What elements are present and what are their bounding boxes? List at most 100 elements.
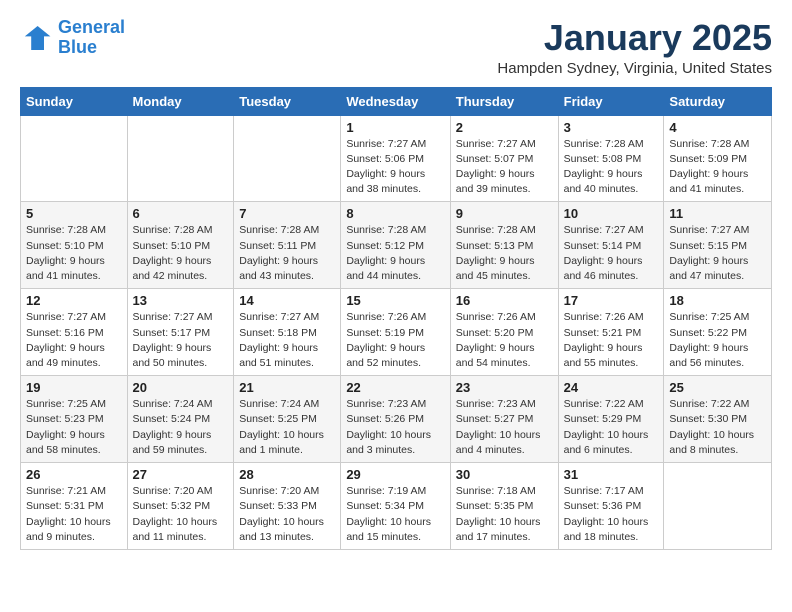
- calendar-cell: 25Sunrise: 7:22 AM Sunset: 5:30 PM Dayli…: [664, 376, 772, 463]
- calendar-cell: 10 Sunrise: 7:27 AM Sunset: 5:14 PM Dayli…: [558, 202, 664, 289]
- logo-text: General Blue: [58, 18, 125, 58]
- calendar-cell: 11 Sunrise: 7:27 AM Sunset: 5:15 PM Dayli…: [664, 202, 772, 289]
- day-info: Sunrise: 7:27 AM Sunset: 5:17 PM Dayligh…: [133, 310, 229, 371]
- logo-icon: [20, 22, 52, 54]
- calendar-title: January 2025: [497, 18, 772, 58]
- day-number: 7: [239, 206, 335, 221]
- calendar-cell: 31Sunrise: 7:17 AM Sunset: 5:36 PM Dayli…: [558, 463, 664, 550]
- calendar-table: SundayMondayTuesdayWednesdayThursdayFrid…: [20, 87, 772, 550]
- calendar-cell: 27 Sunrise: 7:20 AM Sunset: 5:32 PM Dayli…: [127, 463, 234, 550]
- day-info: Sunrise: 7:27 AM Sunset: 5:07 PM Dayligh…: [456, 137, 553, 198]
- day-info: Sunrise: 7:28 AM Sunset: 5:12 PM Dayligh…: [346, 223, 444, 284]
- calendar-cell: 23Sunrise: 7:23 AM Sunset: 5:27 PM Dayli…: [450, 376, 558, 463]
- day-number: 4: [669, 120, 766, 135]
- day-number: 6: [133, 206, 229, 221]
- day-info: Sunrise: 7:28 AM Sunset: 5:08 PM Dayligh…: [564, 137, 659, 198]
- day-number: 16: [456, 293, 553, 308]
- calendar-week-row: 26 Sunrise: 7:21 AM Sunset: 5:31 PM Dayli…: [21, 463, 772, 550]
- day-number: 23: [456, 380, 553, 395]
- day-info: Sunrise: 7:28 AM Sunset: 5:10 PM Dayligh…: [133, 223, 229, 284]
- day-info: Sunrise: 7:28 AM Sunset: 5:13 PM Dayligh…: [456, 223, 553, 284]
- day-info: Sunrise: 7:17 AM Sunset: 5:36 PM Dayligh…: [564, 484, 659, 545]
- day-info: Sunrise: 7:20 AM Sunset: 5:32 PM Dayligh…: [133, 484, 229, 545]
- day-info: Sunrise: 7:27 AM Sunset: 5:15 PM Dayligh…: [669, 223, 766, 284]
- day-number: 15: [346, 293, 444, 308]
- day-number: 10: [564, 206, 659, 221]
- calendar-header-row: SundayMondayTuesdayWednesdayThursdayFrid…: [21, 87, 772, 115]
- calendar-cell: 16 Sunrise: 7:26 AM Sunset: 5:20 PM Dayli…: [450, 289, 558, 376]
- day-number: 11: [669, 206, 766, 221]
- day-number: 20: [133, 380, 229, 395]
- calendar-cell: 26 Sunrise: 7:21 AM Sunset: 5:31 PM Dayli…: [21, 463, 128, 550]
- day-number: 12: [26, 293, 122, 308]
- calendar-cell: 13Sunrise: 7:27 AM Sunset: 5:17 PM Dayli…: [127, 289, 234, 376]
- day-info: Sunrise: 7:22 AM Sunset: 5:29 PM Dayligh…: [564, 397, 659, 458]
- calendar-week-row: 1 Sunrise: 7:27 AM Sunset: 5:06 PM Daylig…: [21, 115, 772, 202]
- day-header: Wednesday: [341, 87, 450, 115]
- logo-line2: Blue: [58, 37, 97, 57]
- day-number: 2: [456, 120, 553, 135]
- page: General Blue January 2025 Hampden Sydney…: [0, 0, 792, 568]
- calendar-cell: 2 Sunrise: 7:27 AM Sunset: 5:07 PM Daylig…: [450, 115, 558, 202]
- day-number: 25: [669, 380, 766, 395]
- day-number: 1: [346, 120, 444, 135]
- calendar-cell: 5 Sunrise: 7:28 AM Sunset: 5:10 PM Daylig…: [21, 202, 128, 289]
- day-info: Sunrise: 7:26 AM Sunset: 5:20 PM Dayligh…: [456, 310, 553, 371]
- day-number: 18: [669, 293, 766, 308]
- day-info: Sunrise: 7:20 AM Sunset: 5:33 PM Dayligh…: [239, 484, 335, 545]
- day-number: 30: [456, 467, 553, 482]
- day-info: Sunrise: 7:27 AM Sunset: 5:06 PM Dayligh…: [346, 137, 444, 198]
- day-number: 26: [26, 467, 122, 482]
- day-header: Monday: [127, 87, 234, 115]
- calendar-cell: 14 Sunrise: 7:27 AM Sunset: 5:18 PM Dayli…: [234, 289, 341, 376]
- day-info: Sunrise: 7:28 AM Sunset: 5:11 PM Dayligh…: [239, 223, 335, 284]
- day-number: 22: [346, 380, 444, 395]
- calendar-cell: 15Sunrise: 7:26 AM Sunset: 5:19 PM Dayli…: [341, 289, 450, 376]
- calendar-cell: 18 Sunrise: 7:25 AM Sunset: 5:22 PM Dayli…: [664, 289, 772, 376]
- day-info: Sunrise: 7:28 AM Sunset: 5:09 PM Dayligh…: [669, 137, 766, 198]
- day-info: Sunrise: 7:19 AM Sunset: 5:34 PM Dayligh…: [346, 484, 444, 545]
- day-number: 21: [239, 380, 335, 395]
- day-header: Saturday: [664, 87, 772, 115]
- day-number: 29: [346, 467, 444, 482]
- day-info: Sunrise: 7:26 AM Sunset: 5:21 PM Dayligh…: [564, 310, 659, 371]
- calendar-cell: [234, 115, 341, 202]
- calendar-cell: 29 Sunrise: 7:19 AM Sunset: 5:34 PM Dayli…: [341, 463, 450, 550]
- day-number: 8: [346, 206, 444, 221]
- day-info: Sunrise: 7:21 AM Sunset: 5:31 PM Dayligh…: [26, 484, 122, 545]
- day-number: 9: [456, 206, 553, 221]
- day-info: Sunrise: 7:27 AM Sunset: 5:14 PM Dayligh…: [564, 223, 659, 284]
- day-number: 24: [564, 380, 659, 395]
- logo-line1: General: [58, 17, 125, 37]
- day-number: 19: [26, 380, 122, 395]
- day-info: Sunrise: 7:28 AM Sunset: 5:10 PM Dayligh…: [26, 223, 122, 284]
- day-info: Sunrise: 7:23 AM Sunset: 5:26 PM Dayligh…: [346, 397, 444, 458]
- calendar-cell: 8 Sunrise: 7:28 AM Sunset: 5:12 PM Daylig…: [341, 202, 450, 289]
- header: General Blue January 2025 Hampden Sydney…: [20, 18, 772, 77]
- calendar-cell: [664, 463, 772, 550]
- day-info: Sunrise: 7:24 AM Sunset: 5:24 PM Dayligh…: [133, 397, 229, 458]
- day-info: Sunrise: 7:18 AM Sunset: 5:35 PM Dayligh…: [456, 484, 553, 545]
- day-number: 28: [239, 467, 335, 482]
- day-number: 17: [564, 293, 659, 308]
- calendar-cell: 4 Sunrise: 7:28 AM Sunset: 5:09 PM Daylig…: [664, 115, 772, 202]
- day-info: Sunrise: 7:25 AM Sunset: 5:22 PM Dayligh…: [669, 310, 766, 371]
- calendar-cell: 12 Sunrise: 7:27 AM Sunset: 5:16 PM Dayli…: [21, 289, 128, 376]
- day-number: 14: [239, 293, 335, 308]
- day-info: Sunrise: 7:27 AM Sunset: 5:16 PM Dayligh…: [26, 310, 122, 371]
- calendar-cell: 22 Sunrise: 7:23 AM Sunset: 5:26 PM Dayli…: [341, 376, 450, 463]
- day-header: Sunday: [21, 87, 128, 115]
- calendar-cell: 17 Sunrise: 7:26 AM Sunset: 5:21 PM Dayli…: [558, 289, 664, 376]
- day-info: Sunrise: 7:25 AM Sunset: 5:23 PM Dayligh…: [26, 397, 122, 458]
- logo: General Blue: [20, 18, 125, 58]
- day-number: 3: [564, 120, 659, 135]
- calendar-cell: 9 Sunrise: 7:28 AM Sunset: 5:13 PM Daylig…: [450, 202, 558, 289]
- day-number: 5: [26, 206, 122, 221]
- calendar-week-row: 5 Sunrise: 7:28 AM Sunset: 5:10 PM Daylig…: [21, 202, 772, 289]
- day-info: Sunrise: 7:27 AM Sunset: 5:18 PM Dayligh…: [239, 310, 335, 371]
- day-number: 27: [133, 467, 229, 482]
- calendar-week-row: 19 Sunrise: 7:25 AM Sunset: 5:23 PM Dayli…: [21, 376, 772, 463]
- calendar-cell: 28 Sunrise: 7:20 AM Sunset: 5:33 PM Dayli…: [234, 463, 341, 550]
- calendar-cell: 20 Sunrise: 7:24 AM Sunset: 5:24 PM Dayli…: [127, 376, 234, 463]
- title-block: January 2025 Hampden Sydney, Virginia, U…: [497, 18, 772, 77]
